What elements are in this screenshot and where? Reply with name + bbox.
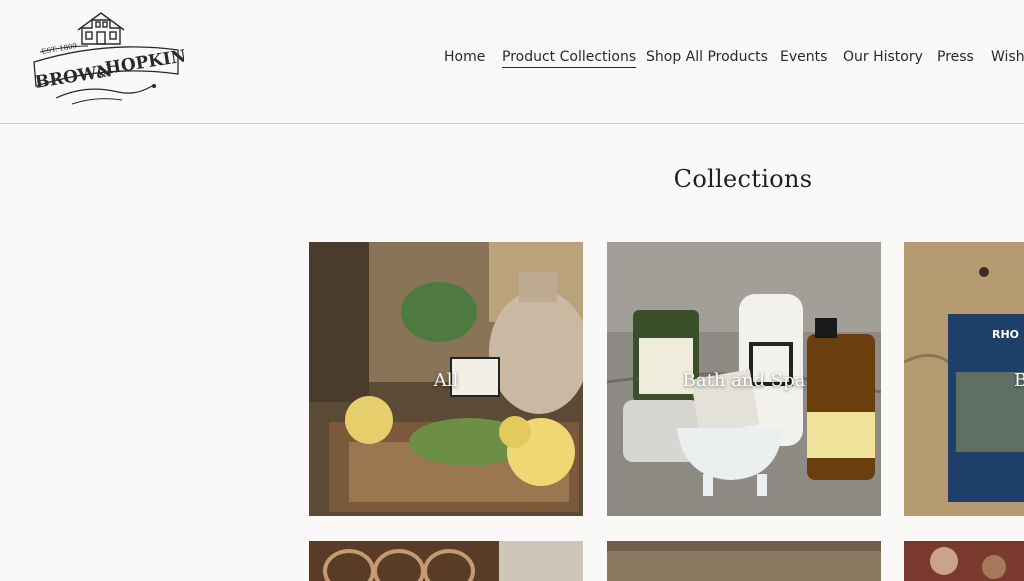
book-cover-text: RHO — [992, 328, 1019, 341]
collection-card-partial[interactable]: RHO B — [904, 242, 1024, 516]
collection-card-row2-3[interactable] — [904, 541, 1024, 581]
collection-card-row2-1[interactable] — [309, 541, 583, 581]
site-header: EST. 1809 BROWN & HOPKINS Home Product C… — [0, 0, 1024, 124]
collection-label-partial: B — [1014, 370, 1024, 391]
nav-home[interactable]: Home — [444, 49, 485, 65]
nav-our-history[interactable]: Our History — [843, 49, 923, 65]
collection-card-bath-and-spa[interactable]: Bath and Spa — [607, 242, 881, 516]
collection-card-row2-2[interactable] — [607, 541, 881, 581]
nav-press[interactable]: Press — [937, 49, 974, 65]
page-title: Collections — [673, 165, 813, 193]
collection-image-partial: RHO — [904, 242, 1024, 516]
collection-image-row2-3 — [904, 541, 1024, 581]
nav-events[interactable]: Events — [780, 49, 827, 65]
nav-shop-all-products[interactable]: Shop All Products — [646, 49, 768, 65]
brand-logo-graphic: EST. 1809 BROWN & HOPKINS — [33, 12, 200, 105]
nav-product-collections[interactable]: Product Collections — [502, 49, 637, 68]
collection-label-bath-and-spa: Bath and Spa — [682, 370, 806, 391]
collection-label-all: All — [433, 370, 459, 391]
nav-wishlist[interactable]: Wish — [991, 49, 1024, 65]
collection-image-row2-2 — [607, 541, 881, 581]
collection-image-row2-1 — [309, 541, 583, 581]
brand-logo[interactable]: EST. 1809 BROWN & HOPKINS — [26, 10, 200, 110]
collection-card-all[interactable]: All — [309, 242, 583, 516]
